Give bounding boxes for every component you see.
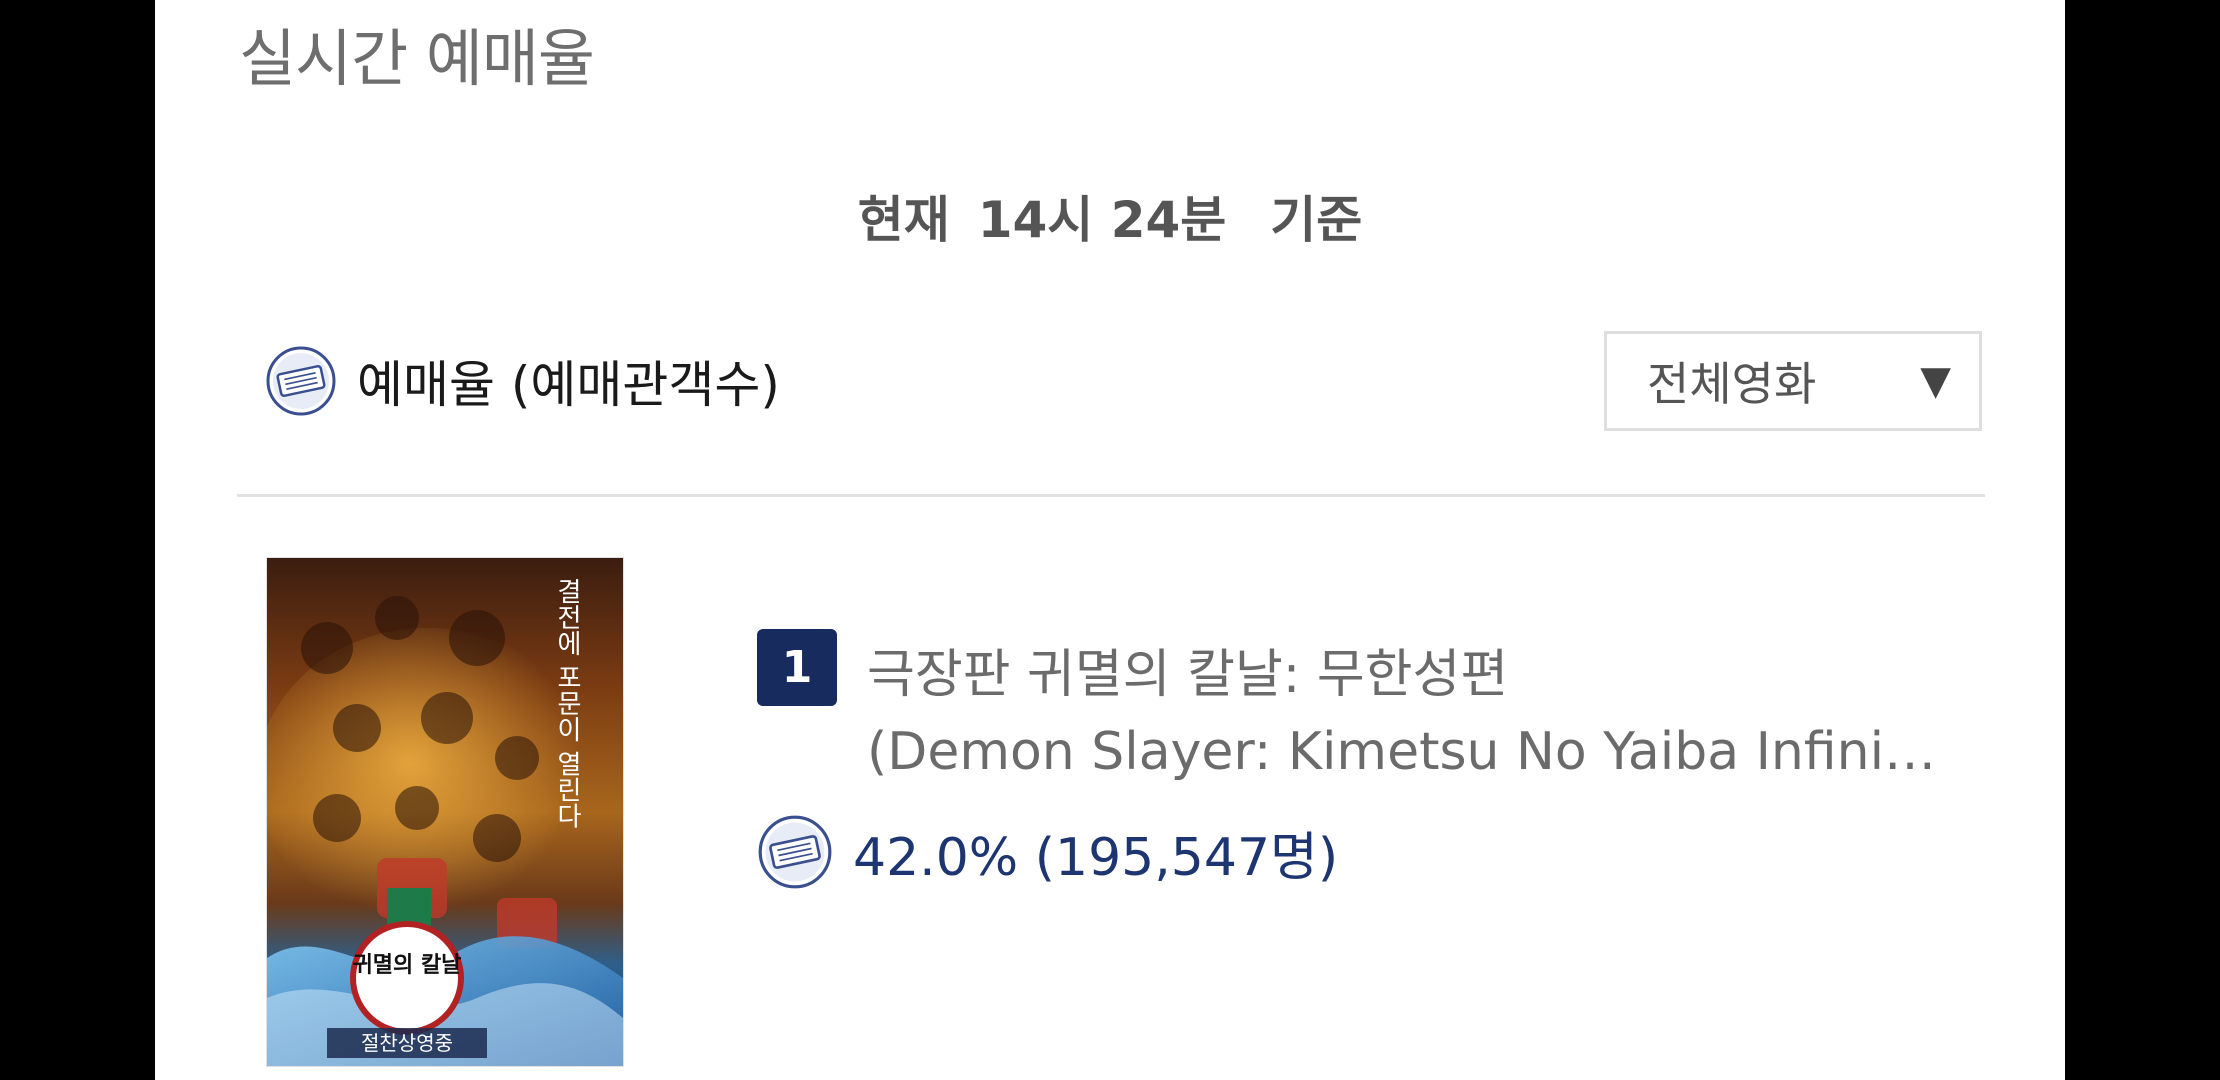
reservation-rate-value: 42.0% (195,547명)	[853, 827, 1339, 888]
update-time-text: 현재 14시 24분 기준	[155, 180, 2065, 252]
update-prefix: 현재	[857, 191, 950, 249]
movie-filter-dropdown[interactable]: 전체영화 ▼	[1604, 331, 1982, 431]
poster-image: 결전에 포문이 열린다 귀멸의 칼날 절찬상영중	[267, 558, 623, 1066]
poster-logo-text: 귀멸의 칼날	[353, 953, 462, 978]
page-title: 실시간 예매율	[239, 22, 595, 95]
chevron-down-icon: ▼	[1920, 358, 1951, 404]
poster-bottom-text: 절찬상영중	[361, 1031, 453, 1055]
legend-label: 예매율 (예매관객수)	[357, 356, 780, 414]
poster-side-text: 결전에 포문이 열린다	[552, 578, 582, 829]
update-time: 14시 24분	[977, 191, 1227, 249]
movie-title[interactable]: 극장판 귀멸의 칼날: 무한성편	[867, 632, 1508, 707]
movie-subtitle[interactable]: (Demon Slayer: Kimetsu No Yaiba Infinity…	[867, 722, 1947, 782]
update-suffix: 기준	[1270, 191, 1363, 249]
dropdown-selected-value: 전체영화	[1647, 357, 1817, 411]
page: 실시간 예매율 현재 14시 24분 기준 예매율 (예매관객수) 전체영화 ▼	[155, 0, 2065, 1080]
ticket-icon	[758, 815, 832, 889]
legend: 예매율 (예매관객수)	[265, 344, 780, 418]
reservation-rate: 42.0% (195,547명)	[757, 812, 1338, 892]
divider	[237, 494, 1985, 497]
ticket-icon	[266, 346, 336, 416]
movie-poster[interactable]: 결전에 포문이 열린다 귀멸의 칼날 절찬상영중	[266, 557, 624, 1067]
rank-badge: 1	[757, 629, 837, 706]
